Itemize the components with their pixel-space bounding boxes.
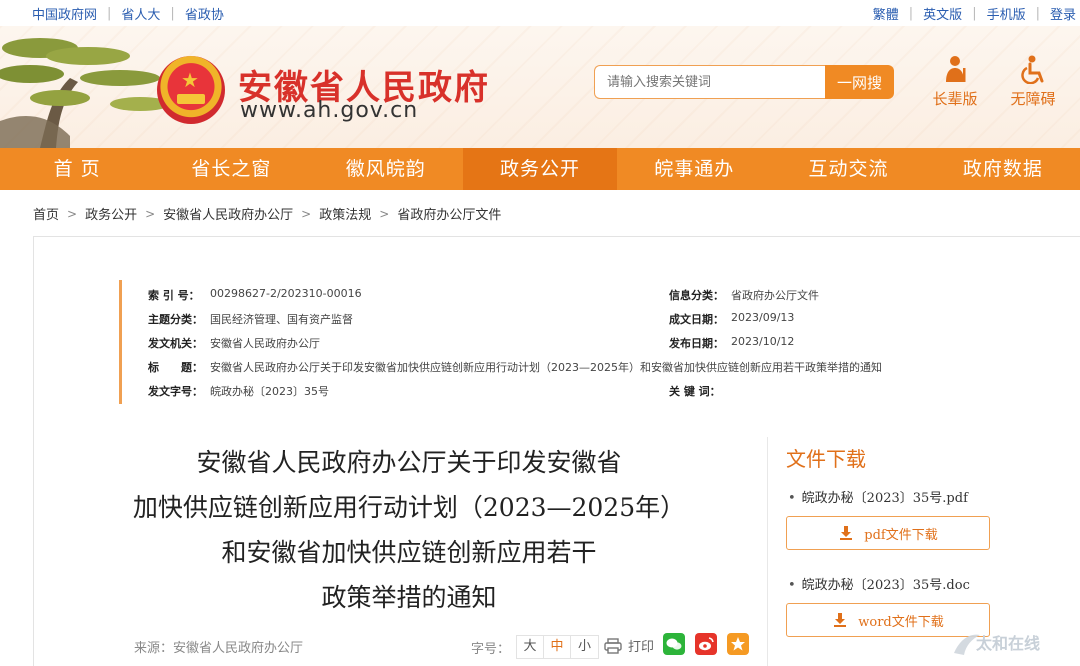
national-emblem-icon: ★ bbox=[157, 56, 225, 124]
chevron-right-icon: > bbox=[67, 206, 78, 221]
watermark-text: 太和在线 bbox=[975, 634, 1040, 653]
search-button[interactable]: 一网搜 bbox=[825, 65, 894, 99]
link-gov-cn[interactable]: 中国政府网 bbox=[32, 4, 97, 23]
wheelchair-icon bbox=[1021, 55, 1044, 84]
meta-index: 索 引 号： 00298627-2/202310-00016 bbox=[148, 287, 362, 302]
meta-keywords: 关 键 词： bbox=[669, 385, 721, 398]
font-size-medium[interactable]: 中 bbox=[544, 636, 572, 658]
link-english[interactable]: 英文版 bbox=[923, 4, 962, 23]
top-link-bar: 中国政府网 | 省人大 | 省政协 繁體 | 英文版 | 手机版 | 登录 bbox=[0, 0, 1080, 26]
elder-mode-label: 长辈版 bbox=[932, 90, 978, 108]
nav-item-services[interactable]: 皖事通办 bbox=[617, 148, 771, 190]
article-title-line: 安徽省人民政府办公厅关于印发安徽省 bbox=[196, 448, 622, 477]
favorite-share-icon[interactable] bbox=[727, 633, 749, 655]
nav-item-gov-data[interactable]: 政府数据 bbox=[926, 148, 1080, 190]
download-file-name: 皖政办秘〔2023〕35号.doc bbox=[788, 574, 970, 593]
document-metadata: 索 引 号： 00298627-2/202310-00016 信息分类： 省政府办公… bbox=[119, 280, 989, 404]
divider: | bbox=[908, 6, 914, 21]
article-title-line: 加快供应链创新应用行动计划（2023—2025年） bbox=[132, 493, 686, 522]
search-input[interactable] bbox=[594, 65, 826, 99]
nav-item-interaction[interactable]: 互动交流 bbox=[771, 148, 925, 190]
meta-theme: 主题分类： 国民经济管理、国有资产监督 bbox=[148, 313, 353, 326]
meta-title: 标 题： 安徽省人民政府办公厅关于印发安徽省加快供应链创新应用行动计划（2023—… bbox=[148, 361, 882, 374]
chevron-right-icon: > bbox=[301, 206, 312, 221]
meta-doc-number: 发文字号： 皖政办秘〔2023〕35号 bbox=[148, 385, 329, 398]
star-icon: ★ bbox=[181, 68, 199, 92]
font-size-options: 大 中 小 bbox=[516, 635, 600, 659]
link-login[interactable]: 登录 bbox=[1050, 4, 1076, 23]
link-traditional[interactable]: 繁體 bbox=[873, 4, 899, 23]
link-npc[interactable]: 省人大 bbox=[121, 4, 160, 23]
article-source: 来源：安徽省人民政府办公厅 bbox=[134, 641, 304, 656]
taihe-watermark-logo: 太和在线 bbox=[954, 634, 1040, 655]
accessibility-button[interactable]: 无障碍 bbox=[1003, 54, 1063, 109]
download-file-name: 皖政办秘〔2023〕35号.pdf bbox=[788, 487, 968, 506]
pine-tree-illustration bbox=[0, 38, 170, 148]
top-links-left: 中国政府网 | 省人大 | 省政协 bbox=[32, 4, 224, 23]
nav-item-culture[interactable]: 徽风皖韵 bbox=[309, 148, 463, 190]
link-cppcc[interactable]: 省政协 bbox=[185, 4, 224, 23]
pdf-download-button[interactable]: pdf文件下载 bbox=[786, 516, 990, 550]
article-title-line: 政策举措的通知 bbox=[321, 583, 497, 612]
link-mobile[interactable]: 手机版 bbox=[987, 4, 1026, 23]
nav-item-governor[interactable]: 省长之窗 bbox=[154, 148, 308, 190]
page: 中国政府网 | 省人大 | 省政协 繁體 | 英文版 | 手机版 | 登录 ★ … bbox=[0, 0, 1080, 666]
chevron-right-icon: > bbox=[145, 206, 156, 221]
divider: | bbox=[1035, 6, 1040, 21]
print-button[interactable]: 打印 bbox=[604, 636, 654, 655]
article-title: 安徽省人民政府办公厅关于印发安徽省 加快供应链创新应用行动计划（2023—202… bbox=[104, 440, 714, 620]
breadcrumb-office[interactable]: 安徽省人民政府办公厅 bbox=[163, 204, 293, 223]
emblem-gate bbox=[177, 94, 205, 104]
meta-published-date: 发布日期： 2023/10/12 bbox=[669, 335, 795, 350]
download-icon bbox=[834, 613, 847, 627]
download-icon bbox=[840, 526, 853, 540]
weibo-share-icon[interactable] bbox=[695, 633, 717, 655]
content-panel: 索 引 号： 00298627-2/202310-00016 信息分类： 省政府办公… bbox=[33, 236, 1080, 666]
weibo-icon bbox=[699, 637, 714, 651]
print-label: 打印 bbox=[628, 640, 655, 655]
wechat-share-icon[interactable] bbox=[663, 633, 685, 655]
search-box: 一网搜 bbox=[594, 65, 894, 99]
site-url: www.ah.gov.cn bbox=[240, 98, 419, 123]
breadcrumb-gov-affairs[interactable]: 政务公开 bbox=[85, 204, 137, 223]
downloads-title: 文件下载 bbox=[786, 447, 866, 471]
top-links-right: 繁體 | 英文版 | 手机版 | 登录 bbox=[873, 4, 1076, 23]
font-size-small[interactable]: 小 bbox=[571, 636, 598, 658]
accessibility-label: 无障碍 bbox=[1010, 90, 1056, 108]
font-size-large[interactable]: 大 bbox=[517, 636, 545, 658]
breadcrumb: 首页 > 政务公开 > 安徽省人民政府办公厅 > 政策法规 > 省政府办公厅文件 bbox=[33, 204, 501, 224]
elder-mode-button[interactable]: 长辈版 bbox=[925, 54, 985, 109]
divider: | bbox=[107, 6, 112, 21]
breadcrumb-home[interactable]: 首页 bbox=[33, 204, 59, 223]
font-size-control: 字号： 大 中 小 bbox=[471, 635, 600, 659]
nav-item-gov-affairs[interactable]: 政务公开 bbox=[462, 148, 618, 190]
pdf-download-label: pdf文件下载 bbox=[864, 527, 938, 543]
main-nav: 首 页 省长之窗 徽风皖韵 政务公开 皖事通办 互动交流 政府数据 bbox=[0, 148, 1080, 190]
meta-issuer: 发文机关： 安徽省人民政府办公厅 bbox=[148, 337, 320, 350]
breadcrumb-policy[interactable]: 政策法规 bbox=[319, 204, 371, 223]
divider: | bbox=[170, 6, 175, 21]
star-icon bbox=[731, 637, 745, 651]
site-header: ★ 安徽省人民政府 www.ah.gov.cn 一网搜 长辈版 无障碍 bbox=[0, 26, 1080, 148]
meta-category: 信息分类： 省政府办公厅文件 bbox=[669, 289, 819, 302]
divider: | bbox=[972, 6, 977, 21]
word-download-label: word文件下载 bbox=[858, 614, 944, 630]
font-size-label: 字号： bbox=[471, 641, 511, 657]
printer-icon bbox=[604, 637, 622, 654]
nav-item-home[interactable]: 首 页 bbox=[0, 148, 154, 190]
article-title-line: 和安徽省加快供应链创新应用若干 bbox=[221, 538, 597, 567]
meta-created-date: 成文日期： 2023/09/13 bbox=[669, 311, 795, 326]
column-divider bbox=[767, 437, 768, 666]
wechat-icon bbox=[666, 638, 682, 650]
breadcrumb-office-docs[interactable]: 省政府办公厅文件 bbox=[397, 204, 501, 223]
elder-icon bbox=[946, 56, 966, 82]
chevron-right-icon: > bbox=[379, 206, 390, 221]
